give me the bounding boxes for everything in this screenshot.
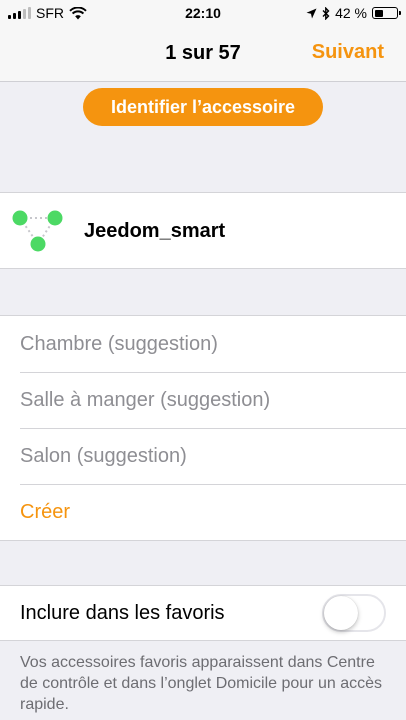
battery-fill <box>374 9 383 17</box>
create-room-button[interactable]: Créer <box>0 484 406 540</box>
room-suggestion-salle-a-manger[interactable]: Salle à manger (suggestion) <box>0 372 406 428</box>
room-suggestion-salon[interactable]: Salon (suggestion) <box>0 428 406 484</box>
location-icon <box>306 8 317 18</box>
favorites-row: Inclure dans les favoris <box>0 585 406 641</box>
hub-network-icon <box>12 210 63 252</box>
toggle-knob <box>324 596 358 630</box>
next-button[interactable]: Suivant <box>312 41 384 64</box>
favorites-label: Inclure dans les favoris <box>20 601 225 624</box>
favorites-toggle[interactable] <box>322 594 386 632</box>
favorites-note: Vos accessoires favoris apparaissent dan… <box>20 654 382 713</box>
battery-percent: 42 % <box>335 5 367 21</box>
accessory-row: Jeedom_smart <box>0 192 406 269</box>
room-suggestion-chambre[interactable]: Chambre (suggestion) <box>0 316 406 372</box>
accessory-name: Jeedom_smart <box>84 220 226 242</box>
room-list: Chambre (suggestion) Salle à manger (sug… <box>0 315 406 541</box>
bluetooth-icon <box>322 6 330 20</box>
battery-icon <box>372 7 401 19</box>
identify-accessory-button[interactable]: Identifier l’accessoire <box>83 88 323 126</box>
nav-bar: 1 sur 57 Suivant <box>0 26 406 82</box>
status-right: 42 % <box>306 5 401 21</box>
status-bar: SFR 22:10 42 % <box>0 0 406 26</box>
